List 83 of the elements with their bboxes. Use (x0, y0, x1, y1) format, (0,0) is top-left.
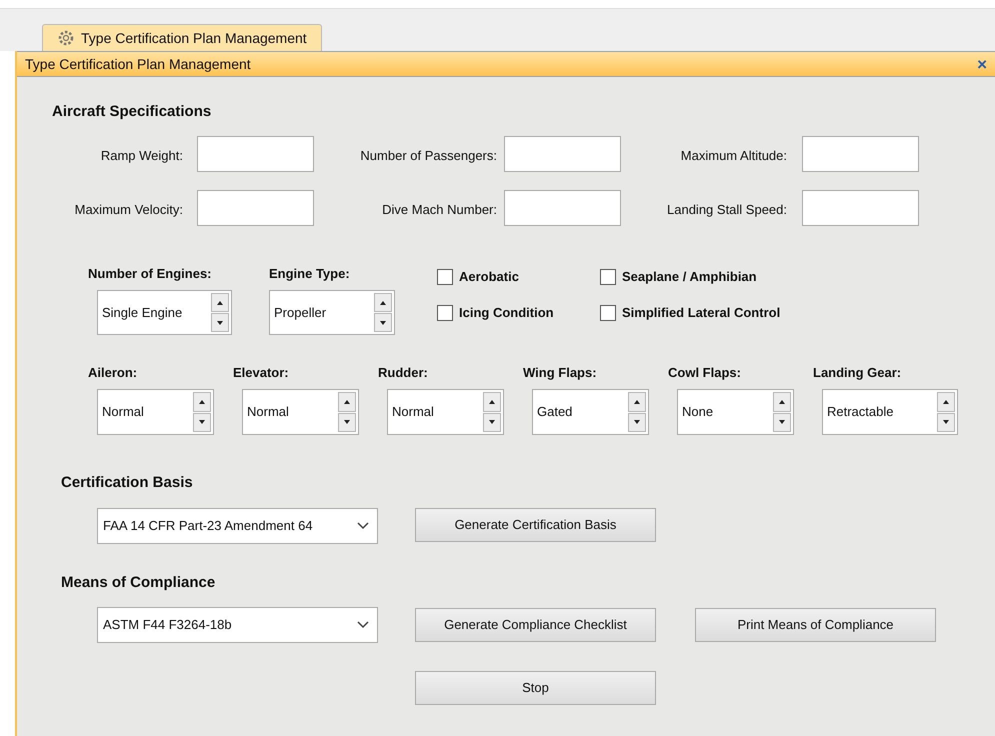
up-triangle-icon (942, 398, 950, 406)
spin-down-button[interactable] (338, 412, 356, 432)
up-triangle-icon (488, 398, 496, 406)
spin-up-button[interactable] (628, 392, 646, 412)
checkbox[interactable] (600, 268, 616, 285)
spin-up-button[interactable] (193, 392, 211, 412)
dropdown[interactable]: ASTM F44 F3264-18b (97, 607, 378, 643)
spinner-field[interactable]: Gated (532, 389, 649, 435)
down-triangle-icon (778, 418, 786, 426)
input-field[interactable] (504, 136, 621, 172)
section-heading: Means of Compliance (61, 573, 216, 593)
checkbox[interactable] (437, 304, 453, 321)
up-triangle-icon (343, 398, 351, 406)
input-field[interactable] (197, 190, 314, 226)
spinner-field[interactable]: Normal (387, 389, 504, 435)
up-triangle-icon (216, 298, 224, 306)
field-label: Maximum Velocity: (74, 201, 183, 219)
field-label: Dive Mach Number: (381, 201, 497, 219)
field-label: Landing Stall Speed: (666, 201, 787, 219)
field-label: Elevator: (233, 364, 289, 382)
field-label: Engine Type: (269, 265, 350, 283)
action-button[interactable]: Stop (415, 671, 656, 705)
field-label: Cowl Flaps: (668, 364, 741, 382)
field-label: Aileron: (88, 364, 138, 382)
input-field[interactable] (504, 190, 621, 226)
spinner-field[interactable]: Single Engine (97, 290, 232, 335)
spin-up-button[interactable] (374, 293, 392, 312)
field-label: Maximum Altitude: (680, 147, 787, 165)
spin-up-button[interactable] (937, 392, 955, 412)
checkbox-label: Seaplane / Amphibian (622, 268, 757, 286)
gear-icon (57, 29, 75, 47)
dropdown[interactable]: FAA 14 CFR Part-23 Amendment 64 (97, 508, 378, 544)
spin-down-button[interactable] (483, 412, 501, 432)
down-triangle-icon (633, 418, 641, 426)
spin-down-button[interactable] (773, 412, 791, 432)
field-label: Wing Flaps: (523, 364, 597, 382)
spin-up-button[interactable] (773, 392, 791, 412)
close-button[interactable]: × (977, 56, 987, 72)
down-triangle-icon (942, 418, 950, 426)
up-triangle-icon (379, 298, 387, 306)
field-label: Ramp Weight: (100, 147, 183, 165)
checkbox[interactable] (437, 268, 453, 285)
spinner-field[interactable]: Propeller (269, 290, 395, 335)
checkbox[interactable] (600, 304, 616, 321)
section-heading: Aircraft Specifications (52, 102, 212, 122)
up-triangle-icon (198, 398, 206, 406)
checkbox-label: Aerobatic (459, 268, 519, 286)
field-label: Number of Passengers: (359, 147, 497, 165)
down-triangle-icon (488, 418, 496, 426)
chevron-down-icon (357, 621, 369, 629)
spin-down-button[interactable] (193, 412, 211, 432)
spinner-field[interactable]: Normal (97, 389, 214, 435)
action-button[interactable]: Generate Certification Basis (415, 508, 656, 542)
checkbox-label: Icing Condition (459, 304, 554, 322)
spinner-field[interactable]: Retractable (822, 389, 958, 435)
spinner-field[interactable]: None (677, 389, 794, 435)
field-label: Rudder: (378, 364, 428, 382)
checkbox-label: Simplified Lateral Control (622, 304, 780, 322)
spin-up-button[interactable] (211, 293, 229, 312)
input-field[interactable] (802, 136, 919, 172)
spin-down-button[interactable] (628, 412, 646, 432)
action-button[interactable]: Print Means of Compliance (695, 608, 936, 642)
spin-up-button[interactable] (483, 392, 501, 412)
spin-down-button[interactable] (374, 313, 392, 332)
spin-down-button[interactable] (937, 412, 955, 432)
spinner-field[interactable]: Normal (242, 389, 359, 435)
input-field[interactable] (197, 136, 314, 172)
spin-up-button[interactable] (338, 392, 356, 412)
input-field[interactable] (802, 190, 919, 226)
up-triangle-icon (633, 398, 641, 406)
spin-down-button[interactable] (211, 313, 229, 332)
field-label: Landing Gear: (813, 364, 902, 382)
action-button[interactable]: Generate Compliance Checklist (415, 608, 656, 642)
panel-title: Type Certification Plan Management (25, 54, 251, 74)
down-triangle-icon (379, 318, 387, 326)
chevron-down-icon (357, 522, 369, 530)
down-triangle-icon (216, 318, 224, 326)
down-triangle-icon (343, 418, 351, 426)
document-tab[interactable]: Type Certification Plan Management (42, 24, 322, 51)
up-triangle-icon (778, 398, 786, 406)
section-heading: Certification Basis (61, 473, 193, 493)
down-triangle-icon (198, 418, 206, 426)
field-label: Number of Engines: (88, 265, 212, 283)
